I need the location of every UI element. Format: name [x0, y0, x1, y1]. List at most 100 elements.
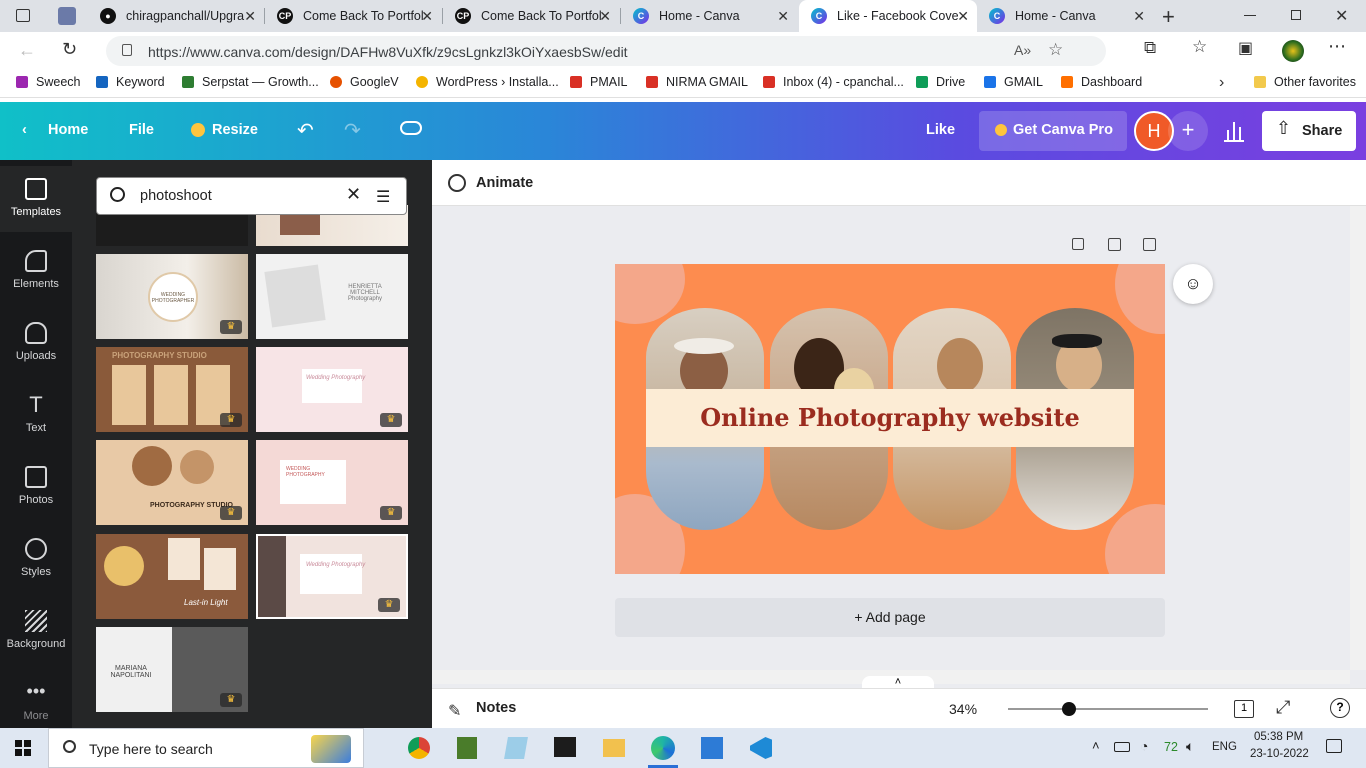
browser-tab[interactable]: CP Come Back To Portfol ✕	[265, 0, 441, 32]
bookmark[interactable]: NIRMA GMAIL	[646, 75, 748, 89]
template-thumbnail[interactable]: HENRIETTA MITCHELL Photography	[256, 254, 408, 339]
edge-icon[interactable]	[651, 736, 675, 760]
title-banner[interactable]: Online Photography website	[646, 389, 1134, 447]
filter-icon[interactable]: ☰	[376, 187, 390, 207]
vertical-scrollbar[interactable]	[1350, 206, 1366, 670]
browser-tab[interactable]: C Home - Canva ✕	[621, 0, 797, 32]
workspaces-icon[interactable]	[58, 7, 76, 25]
bookmark[interactable]: PMAIL	[570, 75, 628, 89]
taskbar-search-box[interactable]: Type here to search	[48, 728, 364, 768]
resize-button[interactable]: Resize	[212, 122, 258, 138]
add-page-icon[interactable]	[1143, 238, 1156, 251]
rail-uploads[interactable]: Uploads	[0, 310, 72, 376]
file-explorer-icon[interactable]	[603, 739, 625, 757]
template-thumbnail[interactable]: Last-in Light	[96, 534, 248, 619]
design-title[interactable]: Like	[926, 122, 955, 138]
browser-tab[interactable]: CP Come Back To Portfol ✕	[443, 0, 619, 32]
tray-chevron-icon[interactable]: ˄	[1092, 738, 1100, 753]
bookmark[interactable]: Dashboard	[1061, 75, 1142, 89]
home-button[interactable]: Home	[48, 122, 88, 138]
help-icon[interactable]: ?	[1330, 698, 1350, 718]
page-count-button[interactable]: 1	[1234, 700, 1254, 718]
close-tab-icon[interactable]: ✕	[777, 8, 789, 25]
read-aloud-icon[interactable]: A»	[1014, 42, 1031, 58]
windows-start-icon[interactable]	[15, 740, 31, 756]
duplicate-page-icon[interactable]	[1108, 238, 1121, 251]
refresh-icon[interactable]: ↻	[62, 39, 77, 60]
bookmark[interactable]: GoogleV	[330, 75, 399, 89]
close-window-icon[interactable]: ✕	[1335, 6, 1348, 26]
rail-background[interactable]: Background	[0, 598, 72, 664]
template-thumbnail[interactable]: MARIANA NAPOLITANI ♛	[96, 627, 248, 712]
browser-tab[interactable]: ● chiragpanchall/Upgra ✕	[88, 0, 264, 32]
bookmark[interactable]: Serpstat — Growth...	[182, 75, 319, 89]
favorite-star-icon[interactable]: ☆	[1048, 40, 1063, 60]
animate-button[interactable]: Animate	[476, 175, 533, 191]
notes-button[interactable]: Notes	[476, 700, 516, 716]
close-tab-icon[interactable]: ✕	[421, 8, 433, 25]
close-tab-icon[interactable]: ✕	[1133, 8, 1145, 25]
design-headline[interactable]: Online Photography website	[646, 389, 1134, 447]
clear-search-icon[interactable]: ✕	[346, 184, 361, 205]
zoom-slider-handle[interactable]	[1062, 702, 1076, 716]
rail-styles[interactable]: Styles	[0, 526, 72, 592]
insights-chart-icon[interactable]	[1224, 120, 1244, 142]
clock-time[interactable]: 05:38 PM	[1254, 731, 1303, 743]
zoom-percentage[interactable]: 34%	[949, 701, 977, 717]
rail-text[interactable]: T Text	[0, 382, 72, 448]
design-canvas-page[interactable]: Online Photography website	[615, 264, 1165, 574]
undo-icon[interactable]: ↶	[297, 118, 314, 143]
bookmark[interactable]: Keyword	[96, 75, 165, 89]
browser-tab-active[interactable]: C Like - Facebook Cove ✕	[799, 0, 977, 32]
bookmark[interactable]: Inbox (4) - cpanchal...	[763, 75, 904, 89]
add-page-button[interactable]: + Add page	[615, 598, 1165, 637]
photos-app-icon[interactable]	[701, 737, 723, 759]
crystal-app-icon[interactable]	[504, 737, 528, 759]
rail-more[interactable]: ••• More	[0, 670, 72, 736]
minimize-icon[interactable]	[1244, 15, 1256, 16]
back-chevron-icon[interactable]: ‹	[22, 122, 27, 138]
chrome-icon[interactable]	[408, 737, 430, 759]
rail-photos[interactable]: Photos	[0, 454, 72, 520]
template-thumbnail[interactable]: Wedding Photography ♛	[256, 347, 408, 432]
rail-templates[interactable]: Templates	[0, 166, 72, 232]
template-thumbnail[interactable]: Wedding Photography ♛	[256, 534, 408, 619]
close-tab-icon[interactable]: ✕	[957, 8, 969, 25]
battery-icon[interactable]	[1114, 742, 1130, 752]
browser-tab[interactable]: C Home - Canva ✕	[977, 0, 1153, 32]
language-indicator[interactable]: ENG	[1212, 741, 1237, 753]
wifi-icon[interactable]: ◔	[1140, 738, 1148, 754]
comment-button[interactable]: ☺	[1173, 264, 1213, 304]
collections-icon[interactable]: ▣	[1238, 38, 1253, 58]
redo-icon[interactable]: ↷	[344, 118, 361, 143]
profile-avatar[interactable]	[1282, 40, 1304, 62]
back-icon[interactable]: ←	[18, 40, 36, 61]
cloud-saved-icon[interactable]	[400, 121, 422, 135]
close-tab-icon[interactable]: ✕	[244, 8, 256, 25]
get-canva-pro-button[interactable]: Get Canva Pro	[979, 111, 1127, 151]
extensions-puzzle-icon[interactable]: ⧉	[1144, 38, 1156, 58]
zoom-slider[interactable]	[1008, 702, 1208, 716]
notifications-icon[interactable]	[1326, 739, 1342, 753]
tab-actions-icon[interactable]	[16, 9, 30, 22]
volume-icon[interactable]: 🔈︎	[1186, 738, 1194, 755]
template-thumbnail[interactable]: PHOTOGRAPHY STUDIO ♛	[96, 440, 248, 525]
invite-plus-button[interactable]: +	[1168, 111, 1208, 151]
template-thumbnail[interactable]: WEDDING PHOTOGRAPHY ♛	[256, 440, 408, 525]
file-menu-button[interactable]: File	[129, 122, 154, 138]
url-field[interactable]: https://www.canva.com/design/DAFHw8VuXfk…	[106, 36, 1106, 66]
rail-elements[interactable]: Elements	[0, 238, 72, 304]
vscode-icon[interactable]	[750, 737, 772, 759]
fullscreen-icon[interactable]: ⤢	[1276, 697, 1290, 718]
bookmark[interactable]: WordPress › Installa...	[416, 75, 559, 89]
lock-page-icon[interactable]	[1072, 238, 1084, 250]
template-thumbnail[interactable]: PHOTOGRAPHY STUDIO ♛	[96, 347, 248, 432]
clock-date[interactable]: 23-10-2022	[1250, 748, 1309, 760]
chart-app-icon[interactable]	[457, 737, 477, 759]
bookmark[interactable]: Sweech	[16, 75, 80, 89]
browser-menu-icon[interactable]: ⋯	[1328, 36, 1346, 57]
favorites-icon[interactable]: ☆	[1192, 37, 1207, 57]
share-button[interactable]: ⇧ Share	[1262, 111, 1356, 151]
bookmark[interactable]: GMAIL	[984, 75, 1043, 89]
terminal-icon[interactable]	[554, 737, 576, 757]
